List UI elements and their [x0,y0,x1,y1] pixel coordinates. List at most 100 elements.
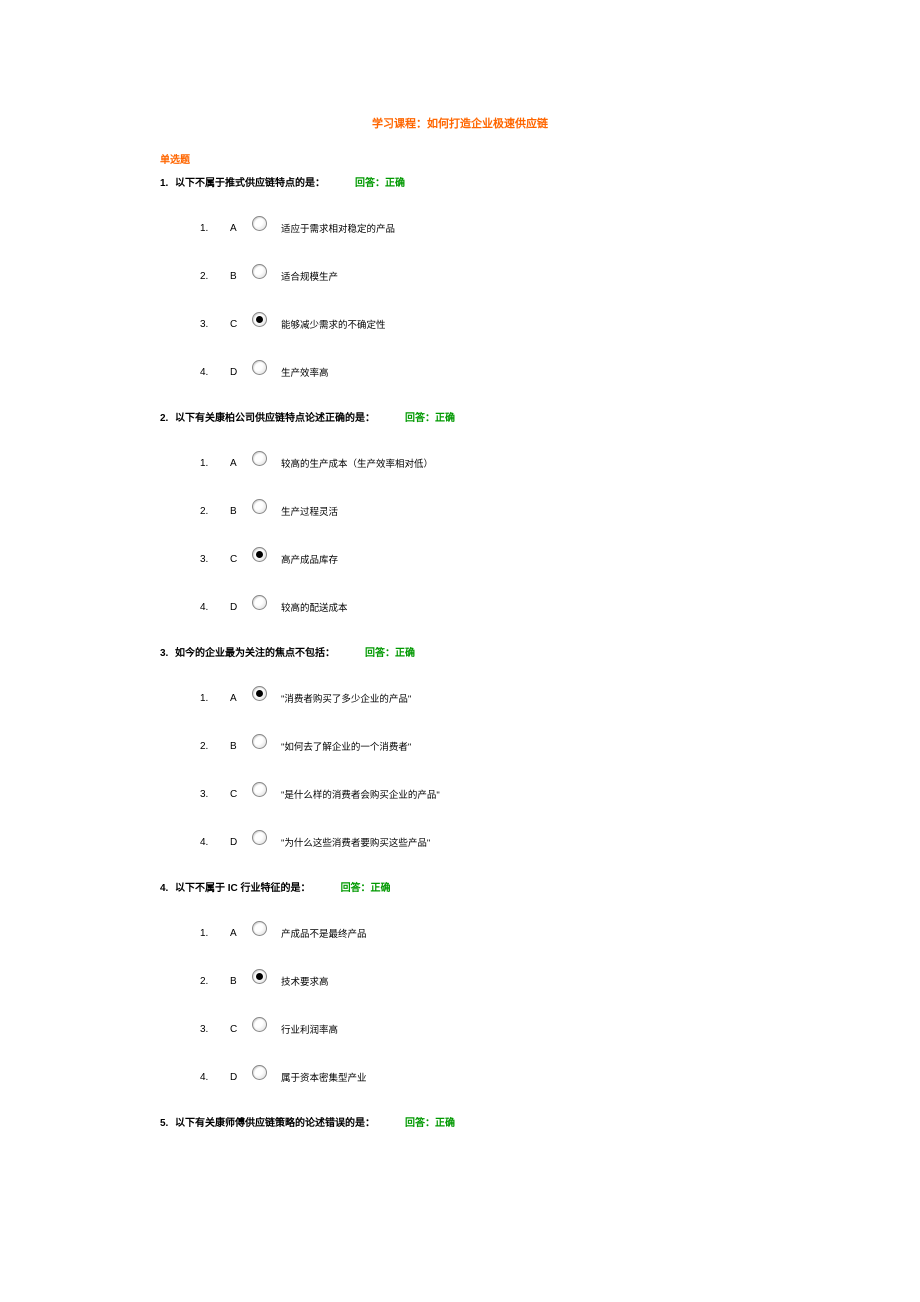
option-text: "如何去了解企业的一个消费者" [281,739,411,753]
radio-button[interactable] [252,499,267,514]
options-list: 1.A较高的生产成本（生产效率相对低）2.B生产过程灵活3.C高产成品库存4.D… [200,452,920,618]
section-heading: 单选题 [160,151,920,166]
option-row: 3.C"是什么样的消费者会购买企业的产品" [200,783,920,805]
option-row: 4.D 生产效率高 [200,361,920,383]
question-row: 2.以下有关康柏公司供应链特点论述正确的是：回答：正确 [160,409,920,424]
option-row: 3.C能够减少需求的不确定性 [200,313,920,335]
radio-button[interactable] [252,360,267,375]
option-text: 生产过程灵活 [281,504,338,518]
option-number: 2. [200,506,230,517]
radio-wrap [245,264,273,279]
option-number: 2. [200,271,230,282]
radio-wrap [245,734,273,749]
option-row: 2.B技术要求高 [200,970,920,992]
question-number: 1. [160,178,175,189]
option-letter: C [230,1024,245,1035]
option-number: 3. [200,319,230,330]
option-text: 行业利润率高 [281,1022,338,1036]
radio-wrap [245,782,273,797]
option-row: 1.A产成品不是最终产品 [200,922,920,944]
radio-button[interactable] [252,312,267,327]
option-letter: B [230,271,245,282]
option-row: 2.B"如何去了解企业的一个消费者" [200,735,920,757]
answer-result: 回答：正确 [341,879,391,894]
answer-result: 回答：正确 [405,1114,455,1129]
question-block: 2.以下有关康柏公司供应链特点论述正确的是：回答：正确 [160,409,920,424]
option-text: "为什么这些消费者要购买这些产品" [281,835,430,849]
question-text: 以下不属于推式供应链特点的是： [175,174,325,189]
radio-wrap [245,686,273,701]
question-row: 4.以下不属于 IC 行业特征的是： 回答：正确 [160,879,920,894]
option-number: 4. [200,367,230,378]
option-row: 1.A较高的生产成本（生产效率相对低） [200,452,920,474]
radio-button[interactable] [252,1017,267,1032]
option-number: 3. [200,1024,230,1035]
option-number: 4. [200,1072,230,1083]
radio-button[interactable] [252,830,267,845]
radio-wrap [245,360,273,375]
question-block: 4.以下不属于 IC 行业特征的是： 回答：正确 [160,879,920,894]
option-number: 3. [200,789,230,800]
question-text: 以下有关康师傅供应链策略的论述错误的是： [175,1114,375,1129]
radio-button[interactable] [252,451,267,466]
option-text: 能够减少需求的不确定性 [281,317,386,331]
radio-wrap [245,216,273,231]
question-block: 3.如今的企业最为关注的焦点不包括： 回答：正确 [160,644,920,659]
radio-wrap [245,921,273,936]
option-number: 1. [200,223,230,234]
radio-wrap [245,969,273,984]
options-list: 1.A产成品不是最终产品 2.B技术要求高 3.C 行业利润率高 4.D 属于资本密集型产… [200,922,920,1088]
radio-wrap [245,547,273,562]
option-text: 适合规模生产 [281,269,338,283]
question-row: 1.以下不属于推式供应链特点的是： 回答：正确 [160,174,920,189]
option-letter: A [230,223,245,234]
question-number: 4. [160,883,175,894]
radio-button[interactable] [252,734,267,749]
option-row: 4.D"为什么这些消费者要购买这些产品" [200,831,920,853]
radio-button[interactable] [252,686,267,701]
option-number: 3. [200,554,230,565]
radio-wrap [245,595,273,610]
option-row: 1.A适应于需求相对稳定的产品 [200,217,920,239]
option-letter: D [230,1072,245,1083]
answer-result: 回答：正确 [365,644,415,659]
option-letter: D [230,367,245,378]
page-title: 学习课程：如何打造企业极速供应链 [0,115,920,131]
option-number: 2. [200,976,230,987]
question-text: 以下不属于 IC 行业特征的是： [175,879,311,894]
radio-button[interactable] [252,1065,267,1080]
question-text: 如今的企业最为关注的焦点不包括： [175,644,335,659]
question-row: 3.如今的企业最为关注的焦点不包括： 回答：正确 [160,644,920,659]
option-number: 1. [200,928,230,939]
radio-button[interactable] [252,595,267,610]
option-row: 2.B 适合规模生产 [200,265,920,287]
option-letter: C [230,554,245,565]
option-row: 1.A"消费者购买了多少企业的产品" [200,687,920,709]
option-text: 属于资本密集型产业 [281,1070,367,1084]
radio-button[interactable] [252,216,267,231]
option-text: 较高的配送成本 [281,600,348,614]
option-text: "消费者购买了多少企业的产品" [281,691,411,705]
option-text: 高产成品库存 [281,552,338,566]
question-block: 1.以下不属于推式供应链特点的是： 回答：正确 [160,174,920,189]
radio-button[interactable] [252,782,267,797]
radio-wrap [245,312,273,327]
radio-button[interactable] [252,547,267,562]
option-text: 生产效率高 [281,365,329,379]
option-letter: C [230,789,245,800]
question-block: 5.以下有关康师傅供应链策略的论述错误的是：回答：正确 [160,1114,920,1129]
answer-result: 回答：正确 [405,409,455,424]
question-number: 3. [160,648,175,659]
option-row: 3.C 高产成品库存 [200,548,920,570]
answer-result: 回答：正确 [355,174,405,189]
radio-button[interactable] [252,969,267,984]
radio-button[interactable] [252,264,267,279]
question-row: 5.以下有关康师傅供应链策略的论述错误的是：回答：正确 [160,1114,920,1129]
option-row: 3.C 行业利润率高 [200,1018,920,1040]
option-number: 1. [200,458,230,469]
question-number: 2. [160,413,175,424]
option-letter: D [230,837,245,848]
radio-wrap [245,499,273,514]
radio-button[interactable] [252,921,267,936]
option-number: 1. [200,693,230,704]
